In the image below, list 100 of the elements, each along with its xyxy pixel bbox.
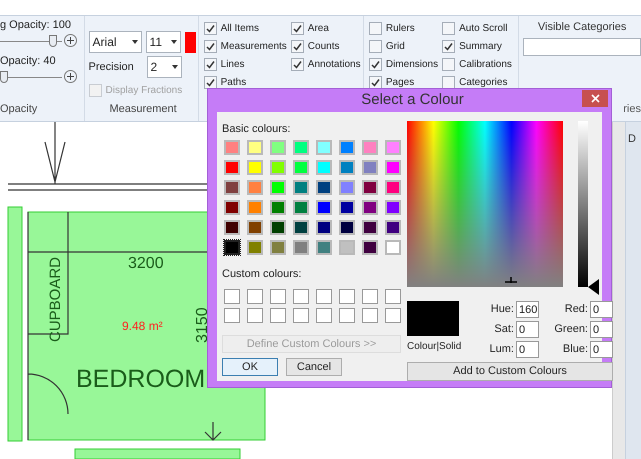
colour-swatch[interactable] — [385, 200, 401, 215]
colour-swatch[interactable] — [247, 220, 263, 235]
checkbox[interactable] — [368, 22, 382, 34]
custom-swatch[interactable] — [316, 288, 332, 304]
checkbox[interactable] — [368, 58, 382, 70]
opacity-slider[interactable] — [0, 70, 62, 84]
custom-swatch[interactable] — [224, 308, 240, 322]
colour-swatch[interactable] — [385, 180, 401, 195]
colour-swatch[interactable] — [385, 140, 401, 155]
checkbox[interactable] — [442, 76, 456, 88]
value-field[interactable]: 0 — [590, 320, 613, 338]
checkbox[interactable] — [442, 58, 456, 70]
checkbox[interactable] — [204, 76, 217, 88]
colour-swatch[interactable] — [385, 160, 401, 175]
value-field[interactable]: 160 — [516, 300, 539, 318]
value-field[interactable]: 0 — [516, 320, 539, 338]
colour-swatch[interactable] — [362, 160, 378, 175]
checkbox[interactable] — [442, 40, 456, 52]
colour-swatch[interactable] — [270, 160, 286, 175]
add-to-custom-colours-button[interactable]: Add to Custom Colours — [407, 362, 613, 380]
colour-swatch[interactable] — [362, 220, 378, 235]
custom-swatch[interactable] — [293, 308, 309, 322]
colour-swatch[interactable] — [293, 220, 309, 235]
close-button[interactable] — [582, 90, 608, 108]
custom-swatch[interactable] — [270, 288, 286, 304]
dropdown[interactable]: Arial — [88, 31, 142, 53]
colour-swatch[interactable] — [316, 220, 332, 235]
colour-swatch[interactable] — [339, 160, 355, 175]
value-field[interactable]: 0 — [590, 340, 613, 358]
checkbox[interactable] — [204, 58, 217, 70]
custom-swatch[interactable] — [270, 308, 286, 322]
colour-swatch[interactable] — [224, 200, 240, 215]
custom-swatch[interactable] — [362, 308, 378, 322]
value-field[interactable]: 0 — [590, 300, 613, 318]
colour-swatch[interactable] — [316, 180, 332, 195]
colour-swatch[interactable] — [293, 240, 309, 255]
checkbox[interactable] — [368, 40, 382, 52]
colour-swatch[interactable] — [224, 180, 240, 195]
colour-swatch[interactable] — [339, 200, 355, 215]
color-swatch[interactable] — [184, 32, 196, 52]
custom-swatch[interactable] — [293, 288, 309, 304]
scrollbar[interactable] — [612, 122, 625, 459]
ok-button[interactable]: OK — [222, 358, 278, 376]
custom-swatch[interactable] — [385, 288, 401, 304]
checkbox[interactable] — [204, 22, 217, 34]
checkbox[interactable] — [290, 58, 304, 70]
plus-icon[interactable] — [64, 70, 77, 83]
plus-icon[interactable] — [64, 34, 77, 47]
custom-swatch[interactable] — [339, 308, 355, 322]
luminosity-bar[interactable] — [578, 120, 588, 286]
colour-swatch[interactable] — [385, 240, 401, 255]
colour-swatch[interactable] — [362, 180, 378, 195]
custom-swatch[interactable] — [339, 288, 355, 304]
dropdown[interactable]: 2 — [146, 56, 182, 78]
colour-swatch[interactable] — [316, 140, 332, 155]
custom-swatch[interactable] — [362, 288, 378, 304]
colour-swatch[interactable] — [339, 140, 355, 155]
colour-swatch[interactable] — [316, 240, 332, 255]
checkbox[interactable] — [368, 76, 382, 88]
colour-swatch[interactable] — [362, 140, 378, 155]
colour-swatch[interactable] — [339, 180, 355, 195]
colour-swatch[interactable] — [293, 180, 309, 195]
colour-swatch[interactable] — [362, 200, 378, 215]
colour-swatch[interactable] — [293, 140, 309, 155]
colour-swatch[interactable] — [224, 140, 240, 155]
colour-swatch[interactable] — [247, 200, 263, 215]
custom-swatch[interactable] — [385, 308, 401, 322]
colour-swatch[interactable] — [270, 200, 286, 215]
colour-swatch[interactable] — [293, 160, 309, 175]
colour-swatch[interactable] — [224, 160, 240, 175]
colour-swatch[interactable] — [385, 220, 401, 235]
dropdown[interactable]: 11 — [146, 31, 181, 53]
colour-swatch[interactable] — [247, 240, 263, 255]
colour-swatch[interactable] — [316, 160, 332, 175]
colour-swatch[interactable] — [339, 220, 355, 235]
cancel-button[interactable]: Cancel — [286, 358, 342, 376]
colour-swatch[interactable] — [339, 240, 355, 255]
slider-thumb[interactable] — [0, 70, 8, 82]
opacity-slider[interactable] — [0, 34, 62, 48]
colour-swatch[interactable] — [247, 180, 263, 195]
custom-swatch[interactable] — [247, 288, 263, 304]
custom-swatch[interactable] — [247, 308, 263, 322]
colour-swatch[interactable] — [362, 240, 378, 255]
colour-swatch[interactable] — [293, 200, 309, 215]
custom-swatch[interactable] — [224, 288, 240, 304]
colour-swatch[interactable] — [224, 220, 240, 235]
colour-swatch[interactable] — [270, 220, 286, 235]
checkbox[interactable] — [290, 40, 304, 52]
colour-swatch[interactable] — [270, 140, 286, 155]
colour-swatch[interactable] — [247, 160, 263, 175]
luminosity-pointer-icon[interactable] — [588, 278, 599, 294]
value-field[interactable]: 0 — [516, 340, 539, 358]
colour-swatch[interactable] — [247, 140, 263, 155]
checkbox[interactable] — [442, 22, 456, 34]
colour-swatch[interactable] — [270, 240, 286, 255]
categories-field[interactable] — [523, 38, 641, 56]
colour-swatch[interactable] — [270, 180, 286, 195]
custom-swatch[interactable] — [316, 308, 332, 322]
colour-swatch[interactable] — [224, 240, 240, 255]
slider-thumb[interactable] — [49, 34, 58, 46]
